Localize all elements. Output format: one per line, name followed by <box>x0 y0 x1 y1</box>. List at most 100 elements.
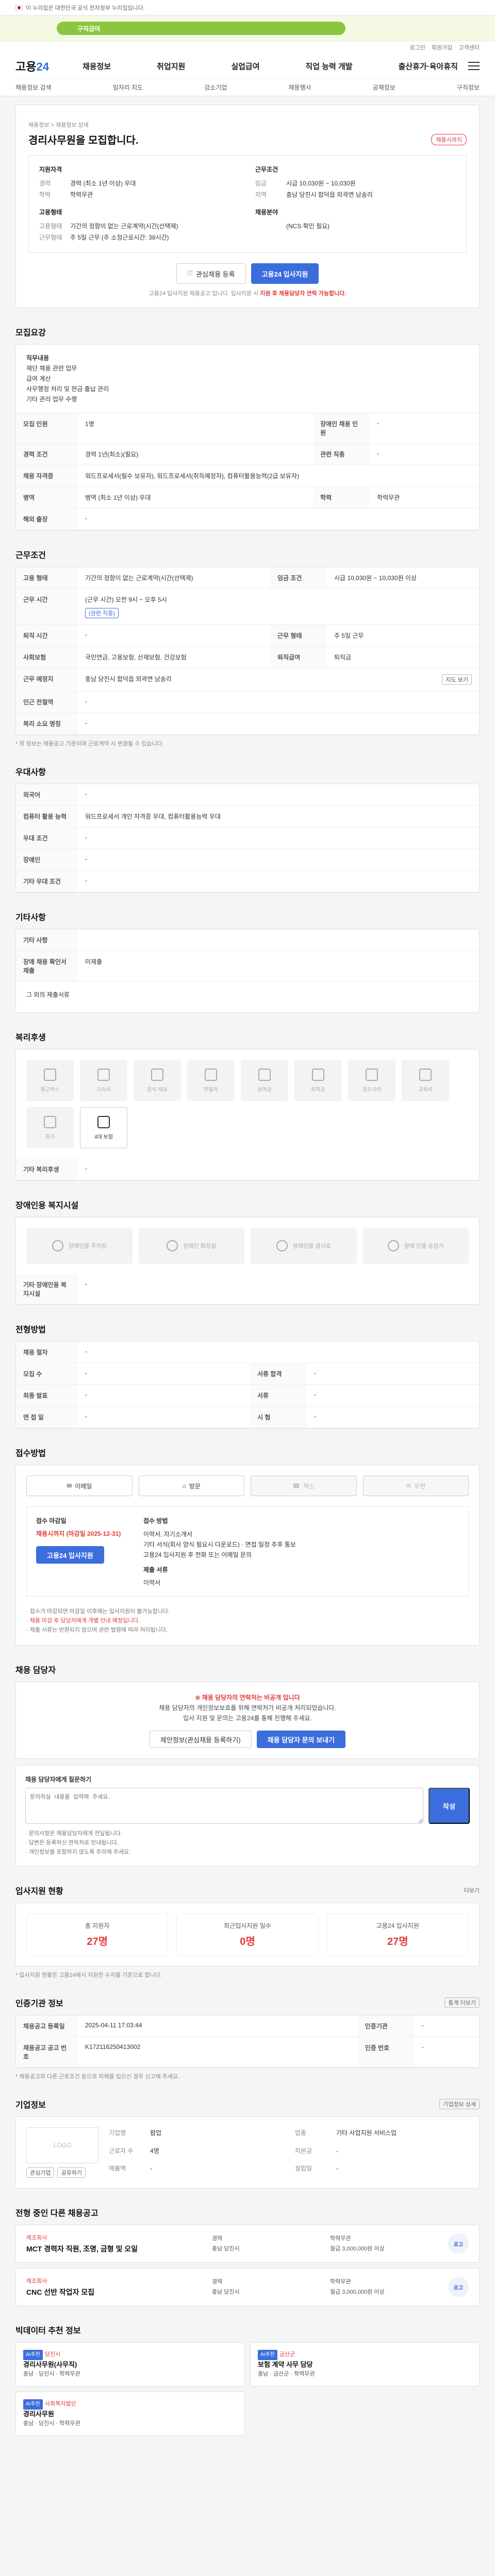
ai-job-card[interactable]: AI추천 사회복지법인 경리사무원 충남 · 당진시 · 학력무관 <box>15 2392 245 2436</box>
row-value: - <box>78 784 479 806</box>
related-tag: 경력 <box>212 2235 223 2242</box>
table-row: 근무 예정지 충남 당진시 합덕읍 외곽면 남송리 지도 보기 <box>16 668 479 691</box>
nav-jobs[interactable]: 채용정보 <box>82 61 111 72</box>
type-key: 근무형태 <box>39 234 62 241</box>
company-share-button[interactable]: 공유하기 <box>57 2167 86 2178</box>
related-right: 경력 학력무관 충남 당진시 월급 3,000,000원 이상 <box>212 2277 448 2297</box>
manager-warn-text: 채용 담당자의 연락처는 비공개 입니다 <box>202 1694 300 1701</box>
duty-block: 직무내용 재단 채용 관련 업무 급여 계산 사무행정 처리 및 현금 출납 관… <box>16 345 479 413</box>
related-info: 충남 당진시 <box>212 2246 240 2252</box>
row-key: 근무 예정지 <box>16 668 78 691</box>
welfare-item: 휴가 <box>26 1107 74 1148</box>
support-link[interactable]: 고객센터 <box>459 43 480 52</box>
row-key: 병역 <box>16 486 78 509</box>
subnav-search[interactable]: 채용정보 검색 <box>15 83 52 92</box>
menu-icon[interactable] <box>468 62 480 70</box>
table-row: 컴퓨터 활용 능력 워드프로세서 개인 자격증 우대, 컴퓨터활용능력 우대 <box>16 805 479 827</box>
work-time-cell: (근무 시간) 오전 9시 ~ 오후 5시 (관련 직종) <box>78 588 479 625</box>
company-actions: 관심기업 공유하기 <box>26 2167 98 2178</box>
nav-leave[interactable]: 출산휴가·육아휴직 <box>399 61 458 72</box>
apply-note-text: 고용24 입사지원 채용공고 입니다. 입사지원 시 <box>148 291 259 297</box>
site-header: 로그인 회원가입 고객센터 고용24 채용정보 취업지원 실업급여 직업 능력 … <box>0 41 495 96</box>
duty-label: 직무내용 <box>26 354 50 362</box>
ai-info: 충남 · 금산군 · 학력무관 <box>258 2371 315 2377</box>
promo-banner[interactable]: 구직급여 <box>0 15 495 41</box>
subnav-seekers[interactable]: 구직정보 <box>457 83 480 92</box>
ai-title: 경리사무원(사무직) <box>23 2361 77 2368</box>
table-row: 최종 발표 - 서류 - <box>16 1384 479 1406</box>
company-key: 근로자 수 <box>109 2147 134 2155</box>
ai-info: 충남 · 당진시 · 학력무관 <box>23 2371 80 2377</box>
nav-unemployment[interactable]: 실업급여 <box>231 61 259 72</box>
subnav-small[interactable]: 강소기업 <box>204 83 227 92</box>
row-value: - <box>78 827 479 849</box>
welfare-label: 휴가 <box>45 1134 55 1140</box>
subnav-public[interactable]: 공채정보 <box>373 83 395 92</box>
job-summary-card: 채용정보 > 채용정보 상세 경리사무원을 모집합니다. 채용시까지 지원자격 … <box>15 105 480 308</box>
ai-job-card[interactable]: AI추천 금산군 보험 계약 사무 담당 충남 · 금산군 · 학력무관 <box>250 2342 480 2386</box>
company-value: - <box>336 2147 338 2155</box>
apply-button[interactable]: 고용24 입사지원 <box>251 263 319 284</box>
elevator-icon <box>387 1240 399 1251</box>
manager-save-button[interactable]: 제안정보(관심채용 등록하기) <box>149 1731 252 1748</box>
question-submit-button[interactable]: 작성 <box>428 1788 470 1824</box>
company-more-button[interactable]: 기업정보 상세 <box>439 2099 480 2109</box>
welfare-item: 퇴직금 <box>294 1060 342 1101</box>
subnav-map[interactable]: 일자리 지도 <box>113 83 143 92</box>
info-note: * 채용공고와 다른 근로조건 등으로 피해를 입으신 경우 신고해 주세요. <box>15 2074 180 2080</box>
login-link[interactable]: 로그인 <box>410 43 425 52</box>
related-company: 제조회사 <box>26 2278 47 2284</box>
row-value: - <box>307 1406 479 1428</box>
type-value: 기간의 정함이 없는 근로계약(시간(선택제) <box>70 223 178 230</box>
row-value: 2025-04-11 17:03:44 <box>78 2015 358 2037</box>
row-value: - <box>78 1363 250 1385</box>
section-related-label: 전형 중인 다른 채용공고 <box>15 2209 98 2218</box>
info-more-button[interactable]: 통계 더보기 <box>444 1997 480 2008</box>
docs-value: 이력서, 자기소개서 기타 서식(회사 양식 필요시 다운로드) · 면접 일정… <box>143 1531 296 1558</box>
section-disability-label: 장애인용 복지시설 <box>15 1201 79 1210</box>
summary-left: 지원자격 경력 경력 (최소 1년 이상) 우대 학력 학력무관 고용형태 고용형태… <box>39 165 240 243</box>
row-key: 서류 합격 <box>250 1363 307 1385</box>
map-button[interactable]: 지도 보기 <box>442 674 472 685</box>
subnav-events[interactable]: 채용행사 <box>288 83 311 92</box>
info-panel: 채용공고 등록일 2025-04-11 17:03:44 인증기관 - 채용공고 공고… <box>15 2015 480 2068</box>
etc-table: 기타 사항 장애 채용 확인서 제출 미제출 <box>16 929 479 981</box>
summary-actions: ♡ 관심채용 등록 고용24 입사지원 <box>28 263 467 284</box>
manager-inquiry-button[interactable]: 채용 담당자 문의 보내기 <box>256 1731 346 1748</box>
time-chip[interactable]: (관련 직종) <box>85 608 119 618</box>
site-logo[interactable]: 고용24 <box>15 58 82 74</box>
save-job-button[interactable]: ♡ 관심채용 등록 <box>176 263 246 284</box>
question-input[interactable] <box>25 1788 423 1824</box>
nav-support[interactable]: 취업지원 <box>157 61 185 72</box>
method-label: 우편 <box>414 1482 426 1490</box>
method-fax: ☎ 팩스 <box>251 1476 357 1496</box>
cond-heading: 근무조건 <box>255 166 278 173</box>
bus-icon <box>44 1068 56 1081</box>
row-key: 고용 형태 <box>16 567 78 589</box>
logo-text: 고용 <box>15 60 37 73</box>
company-key: 자본금 <box>295 2147 312 2155</box>
related-job-card[interactable]: 제조회사 MCT 경력자 직원, 조명, 금형 및 오일 경력 학력무관 충남 … <box>15 2225 480 2263</box>
related-info: 충남 당진시 <box>212 2289 240 2295</box>
company-logo-col: LOGO 관심기업 공유하기 <box>26 2127 98 2178</box>
row-key: 외국어 <box>16 784 78 806</box>
row-key: 사회보험 <box>16 646 78 668</box>
nav-training[interactable]: 직업 능력 개발 <box>305 61 352 72</box>
table-row: 기타 우대 조건 - <box>16 870 479 892</box>
company-value: - <box>336 2165 338 2173</box>
qual-key: 경력 <box>39 180 51 187</box>
welfare-label: 경조사비 <box>362 1087 382 1093</box>
company-follow-button[interactable]: 관심기업 <box>26 2167 55 2178</box>
row-key: 채용공고 등록일 <box>16 2015 78 2037</box>
related-left: 제조회사 CNC 선반 작업자 모집 <box>26 2277 212 2297</box>
section-benefits-label: 우대사항 <box>15 768 46 777</box>
signup-link[interactable]: 회원가입 <box>432 43 452 52</box>
row-value: 워드프로세서 개인 자격증 우대, 컴퓨터활용능력 우대 <box>78 805 479 827</box>
promo-pill[interactable]: 구직급여 <box>57 22 345 35</box>
logo-num: 24 <box>36 60 49 73</box>
apply-method-button[interactable]: 고용24 입사지원 <box>36 1546 104 1564</box>
related-job-card[interactable]: 제조회사 CNC 선반 작업자 모집 경력 학력무관 충남 당진시 월급 3,0… <box>15 2268 480 2306</box>
section-info-title: 인증기관 정보 통계 더보기 <box>15 1996 480 2009</box>
ai-job-card[interactable]: AI추천 당진시 경리사무원(사무직) 충남 · 당진시 · 학력무관 <box>15 2342 245 2386</box>
stats-more-link[interactable]: 더보기 <box>464 1886 480 1894</box>
